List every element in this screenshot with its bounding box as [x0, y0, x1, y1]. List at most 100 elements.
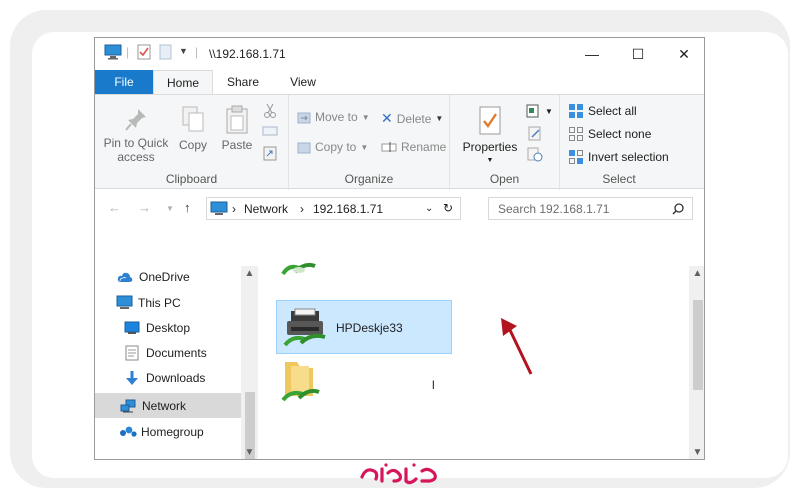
folder-name[interactable]: l [432, 378, 435, 392]
paste-shortcut-icon[interactable] [262, 145, 278, 161]
separator: | [126, 45, 130, 59]
sidebar-item-label: OneDrive [139, 269, 190, 284]
scroll-up-icon[interactable]: ▲ [241, 268, 258, 279]
explorer-window: | ▼ | \\192.168.1.71 — ☐ ✕ File Home Sha… [94, 37, 705, 460]
organize-group-label: Organize [344, 172, 394, 186]
delete-button[interactable]: ✕ Delete ▼ [381, 110, 443, 127]
watermark-logo [360, 463, 437, 485]
printer-name: HPDeskje33 [336, 321, 403, 335]
paste-icon [226, 105, 248, 134]
select-none-button[interactable]: Select none [568, 126, 651, 142]
sidebar-item-label: Homegroup [141, 424, 204, 439]
properties-icon [479, 106, 501, 135]
pin-label-2: access [117, 150, 155, 164]
open-button[interactable]: ▼ [525, 103, 553, 119]
copy-button[interactable]: Copy [175, 105, 211, 152]
breadcrumb-ip[interactable]: 192.168.1.71 [313, 202, 383, 216]
cut-icon[interactable] [263, 103, 277, 119]
tab-view[interactable]: View [273, 70, 333, 94]
copy-to-icon [297, 142, 311, 154]
chevron-down-icon: ▼ [361, 112, 370, 122]
list-item-printer[interactable]: HPDeskje33 [276, 300, 452, 354]
invert-selection-label: Invert selection [588, 150, 669, 164]
invert-selection-button[interactable]: Invert selection [568, 149, 669, 165]
chevron-down-icon: ▼ [486, 157, 494, 164]
maximize-icon: ☐ [631, 45, 645, 62]
tab-share[interactable]: Share [213, 70, 273, 94]
properties-quick-icon[interactable] [136, 44, 152, 60]
pin-icon [125, 109, 146, 131]
search-input[interactable]: Search 192.168.1.71 [488, 197, 693, 220]
minimize-button[interactable]: — [569, 38, 615, 70]
forward-arrow-icon[interactable]: → [138, 200, 151, 215]
window-title: \\192.168.1.71 [209, 47, 286, 61]
delete-icon: ✕ [381, 110, 393, 126]
properties-label: Properties [462, 140, 518, 154]
select-all-button[interactable]: Select all [568, 103, 637, 119]
chevron-down-icon: ▼ [435, 114, 444, 123]
new-folder-quick-icon[interactable] [159, 44, 173, 60]
sidebar-item-documents[interactable]: Documents [95, 340, 241, 365]
desktop-icon [124, 321, 140, 334]
pin-to-quick-access-button[interactable]: Pin to Quick access [101, 107, 171, 164]
sidebar-item-onedrive[interactable]: OneDrive [95, 264, 241, 289]
close-button[interactable]: ✕ [661, 38, 704, 70]
scroll-up-icon[interactable]: ▲ [689, 268, 704, 279]
clipboard-group: Pin to Quick access Copy Paste Clipboard [95, 95, 289, 190]
sidebar-item-label: Desktop [146, 320, 191, 335]
back-arrow-icon[interactable]: ← [108, 200, 121, 215]
copy-to-label: Copy to [315, 140, 357, 154]
scroll-down-icon[interactable]: ▼ [689, 447, 704, 458]
edit-icon[interactable] [527, 125, 543, 141]
pin-label: Pin to Quick [103, 136, 169, 150]
copy-label: Copy [178, 138, 207, 152]
rename-button[interactable]: Rename [381, 140, 446, 154]
select-group: Select all Select none Invert selection … [560, 95, 678, 190]
downloads-icon [126, 370, 138, 385]
sidebar-item-downloads[interactable]: Downloads [95, 365, 241, 390]
shared-folder-icon[interactable] [281, 358, 321, 404]
paste-label: Paste [221, 138, 253, 152]
refresh-icon[interactable]: ↻ [443, 201, 453, 215]
delete-label: Delete [396, 111, 432, 126]
scrollbar-thumb[interactable] [693, 300, 703, 390]
select-none-label: Select none [588, 127, 652, 141]
open-group-label: Open [489, 172, 520, 186]
recent-locations-icon[interactable]: ▼ [166, 204, 174, 213]
up-arrow-icon[interactable]: ↑ [184, 200, 191, 215]
ribbon: Pin to Quick access Copy Paste Clipboard… [95, 94, 704, 190]
chevron-down-icon[interactable]: ⌄ [425, 203, 433, 214]
copy-to-button[interactable]: Copy to ▼ [297, 140, 368, 154]
sidebar-item-this-pc[interactable]: This PC [95, 290, 241, 315]
history-icon[interactable] [527, 146, 543, 162]
properties-button[interactable]: Properties ▼ [460, 105, 520, 168]
chevron-right-icon: › [232, 202, 236, 216]
chevron-down-icon: ▼ [545, 106, 553, 116]
computer-icon [210, 201, 228, 215]
navigation-scrollbar[interactable]: ▲ ▼ [241, 266, 258, 459]
content-scrollbar[interactable]: ▲ ▼ [689, 266, 704, 459]
title-bar: | ▼ | \\192.168.1.71 — ☐ ✕ [95, 38, 704, 70]
sidebar-item-network[interactable]: Network [95, 393, 241, 418]
select-all-icon [569, 104, 583, 118]
sidebar-item-desktop[interactable]: Desktop [95, 315, 241, 340]
navigation-pane: OneDrive This PC Desktop Documents Downl… [95, 226, 259, 459]
customize-dropdown-icon[interactable]: ▼ [179, 46, 188, 56]
address-row: ← → ▼ ↑ › Network › 192.168.1.71 ⌄ ↻ Sea… [95, 190, 704, 226]
move-to-button[interactable]: Move to ▼ [297, 110, 370, 124]
breadcrumb-network[interactable]: Network [244, 202, 288, 216]
chevron-down-icon: ▼ [360, 142, 369, 152]
separator: | [195, 45, 199, 59]
tab-home[interactable]: Home [153, 70, 213, 94]
select-group-label: Select [602, 172, 636, 186]
copy-path-icon[interactable] [262, 125, 278, 137]
sidebar-item-homegroup[interactable]: Homegroup [95, 419, 241, 444]
documents-icon [125, 345, 139, 360]
tab-file[interactable]: File [95, 70, 153, 94]
paste-button[interactable]: Paste [217, 105, 257, 152]
open-icon [526, 104, 539, 118]
select-all-label: Select all [588, 104, 637, 118]
address-bar[interactable]: › Network › 192.168.1.71 ⌄ ↻ [206, 197, 461, 220]
maximize-button[interactable]: ☐ [615, 38, 661, 70]
scroll-down-icon[interactable]: ▼ [241, 447, 258, 458]
